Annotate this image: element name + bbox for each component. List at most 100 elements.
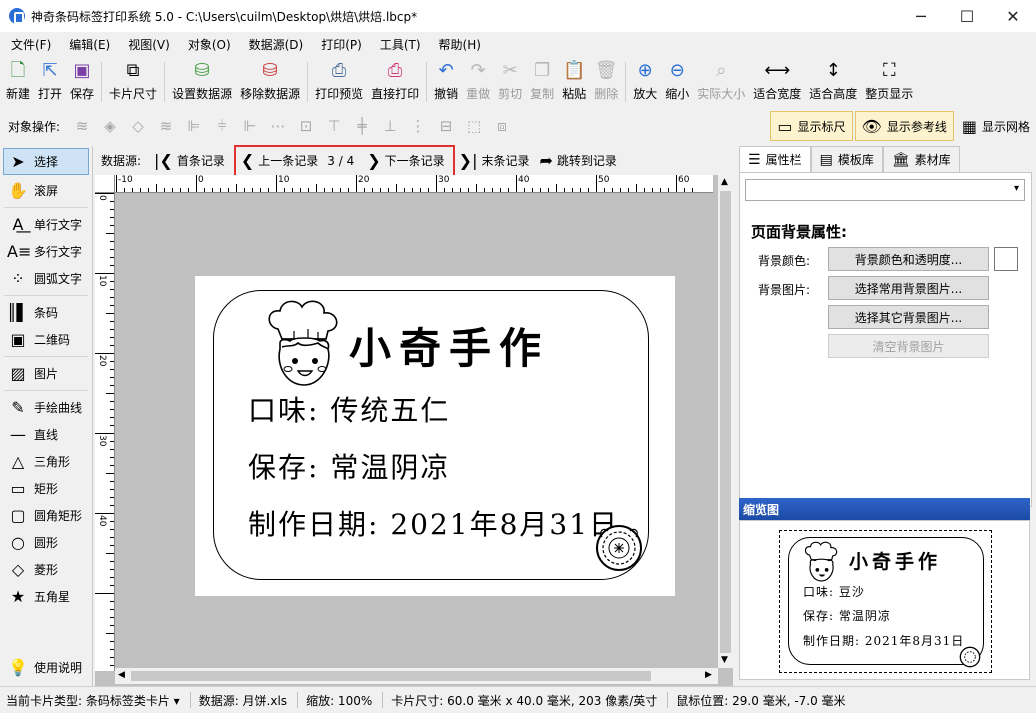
label-card[interactable]: 小奇手作 口味: 传统五仁 保存: 常温阴凉 制作日期: 2021年8月31日 xyxy=(195,276,675,596)
distribute-h-icon[interactable]: ⋯ xyxy=(266,114,290,138)
zoom-in-button[interactable]: ⊕ 放大 xyxy=(629,57,661,105)
layer-bottom-icon[interactable]: ≋ xyxy=(154,114,178,138)
align-right-icon[interactable]: ⊩ xyxy=(238,114,262,138)
bg-color-button[interactable]: 背景颜色和透明度... xyxy=(828,247,989,271)
horizontal-scroll-thumb[interactable] xyxy=(131,671,651,681)
ruler-label: 60 xyxy=(678,175,690,185)
tool-qrcode[interactable]: ▣ 二维码 xyxy=(0,326,92,353)
tool-single-text[interactable]: A͟ 单行文字 xyxy=(0,211,92,238)
tool-multi-text[interactable]: A≡ 多行文字 xyxy=(0,238,92,265)
horizontal-scrollbar[interactable]: ◀ ▶ xyxy=(115,668,718,684)
tool-star[interactable]: ★ 五角星 xyxy=(0,583,92,610)
direct-print-button[interactable]: ⎙ 直接打印 xyxy=(367,57,423,105)
open-button[interactable]: ⇱ 打开 xyxy=(34,57,66,105)
tool-barcode[interactable]: ║▌ 条码 xyxy=(0,299,92,326)
redo-icon: ↷ xyxy=(470,60,486,81)
tool-rectangle[interactable]: ▭ 矩形 xyxy=(0,475,92,502)
tool-line[interactable]: — 直线 xyxy=(0,421,92,448)
ruler-tick xyxy=(316,184,317,192)
tool-triangle[interactable]: △ 三角形 xyxy=(0,448,92,475)
remove-datasource-button[interactable]: ⛁ 移除数据源 xyxy=(236,57,304,105)
menu-view[interactable]: 视图(V) xyxy=(119,36,179,53)
undo-button[interactable]: ↶ 撤销 xyxy=(430,57,462,105)
save-button[interactable]: ▣ 保存 xyxy=(66,57,98,105)
menu-help[interactable]: 帮助(H) xyxy=(430,36,490,53)
tool-image[interactable]: ▨ 图片 xyxy=(0,360,92,387)
layer-up-icon[interactable]: ≋ xyxy=(70,114,94,138)
zoom-out-button[interactable]: ⊖ 缩小 xyxy=(661,57,693,105)
first-record-button[interactable]: |❮ 首条记录 xyxy=(149,149,230,173)
show-ruler-toggle[interactable]: ▭ 显示标尺 xyxy=(770,111,853,141)
delete-button[interactable]: 🗑 删除 xyxy=(590,57,622,105)
scroll-right-icon[interactable]: ▶ xyxy=(705,670,712,680)
tool-arc-text[interactable]: ⁘ 圆弧文字 xyxy=(0,265,92,292)
layer-top-icon[interactable]: ◈ xyxy=(98,114,122,138)
same-height-icon[interactable]: ⊟ xyxy=(434,114,458,138)
tool-round-rect[interactable]: ▢ 圆角矩形 xyxy=(0,502,92,529)
tab-materials[interactable]: 🏛 素材库 xyxy=(882,146,960,172)
menu-print[interactable]: 打印(P) xyxy=(312,36,371,53)
last-record-button[interactable]: ❯| 末条记录 xyxy=(454,149,535,173)
align-bottom-icon[interactable]: ⊥ xyxy=(378,114,402,138)
align-center-icon[interactable]: ⫩ xyxy=(210,114,234,138)
common-bg-button[interactable]: 选择常用背景图片... xyxy=(828,276,989,300)
new-button[interactable]: 🗋 新建 xyxy=(2,57,34,105)
bg-color-swatch[interactable] xyxy=(994,247,1018,271)
maximize-button[interactable]: ☐ xyxy=(944,0,990,32)
jump-record-button[interactable]: ➦ 跳转到记录 xyxy=(534,149,621,173)
ruler-tick xyxy=(95,513,114,514)
menu-datasource[interactable]: 数据源(D) xyxy=(240,36,313,53)
status-card-type[interactable]: 当前卡片类型: 条码标签类卡片 ▾ xyxy=(6,692,180,709)
ruler-tick xyxy=(444,188,445,192)
ruler-tick xyxy=(106,313,114,314)
menu-object[interactable]: 对象(O) xyxy=(179,36,240,53)
scroll-down-icon[interactable]: ▼ xyxy=(721,655,728,665)
ruler-tick xyxy=(436,175,437,192)
tool-circle[interactable]: ○ 圆形 xyxy=(0,529,92,556)
tool-select[interactable]: ➤ 选择 xyxy=(3,148,89,175)
fit-height-button[interactable]: ↕ 适合高度 xyxy=(805,57,861,105)
set-datasource-button[interactable]: ⛁ 设置数据源 xyxy=(168,57,236,105)
design-canvas[interactable]: -10 0 10 20 30 40 50 60 0 10 20 30 40 小奇手作 口味: 传统 xyxy=(95,175,733,686)
same-width-icon[interactable]: ⊡ xyxy=(294,114,318,138)
distribute-v-icon[interactable]: ⋮ xyxy=(406,114,430,138)
other-bg-button[interactable]: 选择其它背景图片... xyxy=(828,305,989,329)
menu-edit[interactable]: 编辑(E) xyxy=(60,36,119,53)
minimize-button[interactable]: ─ xyxy=(898,0,944,32)
show-guides-toggle[interactable]: 👁 显示参考线 xyxy=(854,111,954,141)
tool-freehand[interactable]: ✎ 手绘曲线 xyxy=(0,394,92,421)
paste-button[interactable]: 📋 粘贴 xyxy=(558,57,590,105)
tab-templates[interactable]: ▤ 模板库 xyxy=(810,146,883,172)
tool-help[interactable]: 💡 使用说明 xyxy=(0,654,92,681)
align-top-icon[interactable]: ⊤ xyxy=(322,114,346,138)
ungroup-icon[interactable]: ⧈ xyxy=(490,114,514,138)
redo-button[interactable]: ↷ 重做 xyxy=(462,57,494,105)
tool-diamond[interactable]: ◇ 菱形 xyxy=(0,556,92,583)
tab-properties[interactable]: ☰ 属性栏 xyxy=(739,146,811,172)
vertical-scrollbar[interactable]: ▲ ▼ xyxy=(718,175,733,668)
close-button[interactable]: ✕ xyxy=(990,0,1036,32)
scroll-up-icon[interactable]: ▲ xyxy=(721,177,728,187)
clear-bg-button[interactable]: 清空背景图片 xyxy=(828,334,989,358)
scroll-left-icon[interactable]: ◀ xyxy=(118,670,125,680)
layer-down-icon[interactable]: ◇ xyxy=(126,114,150,138)
align-left-icon[interactable]: ⊫ xyxy=(182,114,206,138)
vertical-scroll-thumb[interactable] xyxy=(720,191,731,653)
tool-scroll[interactable]: ✋ 滚屏 xyxy=(0,177,92,204)
ruler-tick xyxy=(110,217,114,218)
copy-button[interactable]: ❐ 复制 xyxy=(526,57,558,105)
fit-width-button[interactable]: ⟷ 适合宽度 xyxy=(749,57,805,105)
menu-bar: 文件(F) 编辑(E) 视图(V) 对象(O) 数据源(D) 打印(P) 工具(… xyxy=(0,32,1036,57)
cut-button[interactable]: ✂ 剪切 xyxy=(494,57,526,105)
fit-page-button[interactable]: ⛶ 整页显示 xyxy=(861,57,917,105)
object-select-combo[interactable] xyxy=(745,179,1025,201)
ruler-label: 10 xyxy=(97,275,107,287)
align-middle-icon[interactable]: ╪ xyxy=(350,114,374,138)
print-preview-button[interactable]: ⎙ 打印预览 xyxy=(311,57,367,105)
menu-file[interactable]: 文件(F) xyxy=(2,36,60,53)
menu-tools[interactable]: 工具(T) xyxy=(371,36,430,53)
card-size-button[interactable]: ⧉ 卡片尺寸 xyxy=(105,57,161,105)
actual-size-button[interactable]: ⌕ 实际大小 xyxy=(693,57,749,105)
show-grid-toggle[interactable]: ▦ 显示网格 xyxy=(956,111,1036,141)
group-icon[interactable]: ⬚ xyxy=(462,114,486,138)
